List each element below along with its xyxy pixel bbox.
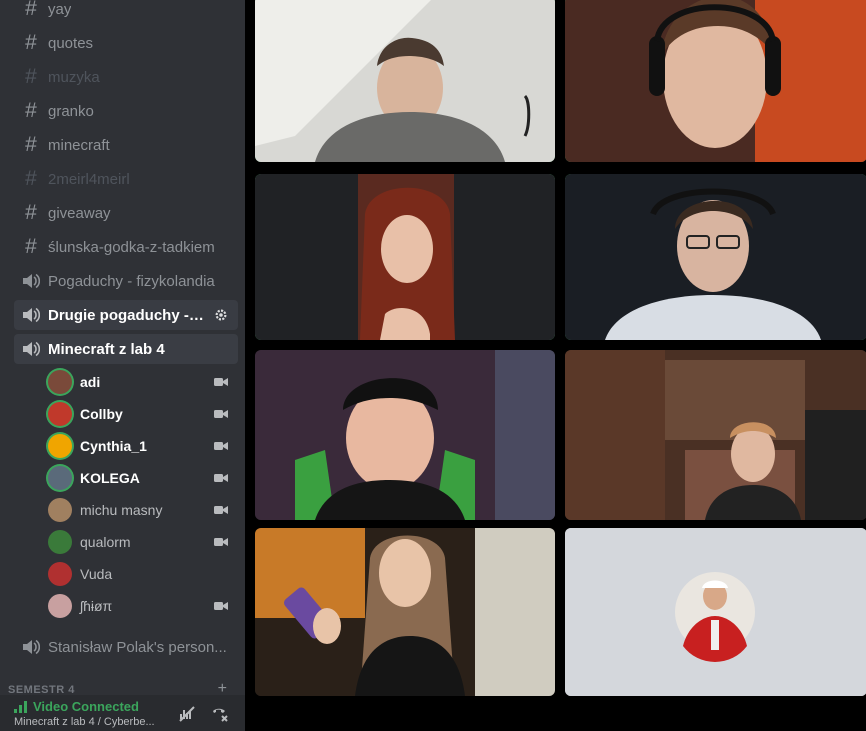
avatar bbox=[48, 370, 72, 394]
voice-status-text: Video Connected bbox=[33, 699, 139, 714]
video-tile-2[interactable] bbox=[565, 0, 866, 162]
voice-channel-pogaduchy[interactable]: Pogaduchy - fizykolandia bbox=[14, 266, 238, 296]
voice-member-kolega[interactable]: KOLEGA bbox=[48, 464, 238, 492]
hash-icon: # bbox=[25, 0, 37, 20]
signal-icon bbox=[14, 700, 27, 713]
channel-label: granko bbox=[48, 102, 94, 120]
avatar bbox=[48, 562, 72, 586]
avatar bbox=[48, 466, 72, 490]
channel-label: quotes bbox=[48, 34, 94, 52]
channel-label: muzyka bbox=[48, 68, 100, 86]
voice-member-vuda[interactable]: Vuda bbox=[48, 560, 238, 588]
channel-label: Stanisław Polak's person... bbox=[48, 638, 227, 656]
video-tile-5[interactable] bbox=[255, 350, 555, 520]
member-name: Vuda bbox=[80, 566, 113, 582]
camera-icon bbox=[214, 602, 228, 610]
channel-slunska-godka[interactable]: # ślunska-godka-z-tadkiem bbox=[14, 232, 238, 262]
member-name: michu masny bbox=[80, 502, 163, 518]
camera-icon bbox=[214, 538, 228, 546]
voice-member-collby[interactable]: Collby bbox=[48, 400, 238, 428]
voice-channel-drugie-pogaduchy[interactable]: Drugie pogaduchy - T... bbox=[14, 300, 238, 330]
member-name: Collby bbox=[80, 406, 123, 422]
channel-giveaway[interactable]: # giveaway bbox=[14, 198, 238, 228]
speaker-icon bbox=[20, 338, 42, 360]
thread-hash-icon: # bbox=[25, 235, 37, 258]
noise-suppression-icon[interactable] bbox=[178, 705, 196, 723]
hash-icon: # bbox=[25, 99, 37, 122]
disconnect-icon[interactable] bbox=[210, 705, 228, 723]
video-grid bbox=[245, 0, 866, 731]
camera-icon bbox=[214, 410, 228, 418]
video-tile-8[interactable] bbox=[565, 528, 866, 696]
avatar bbox=[48, 402, 72, 426]
channel-quotes[interactable]: # quotes bbox=[14, 28, 238, 58]
channel-muzyka[interactable]: # muzyka bbox=[14, 62, 238, 92]
voice-channel-path[interactable]: Minecraft z lab 4 / Cyberbe... bbox=[14, 716, 164, 728]
avatar bbox=[48, 530, 72, 554]
channel-2meirl4meirl[interactable]: # 2meirl4meirl bbox=[14, 164, 238, 194]
voice-channel-minecraft-lab4[interactable]: Minecraft z lab 4 bbox=[14, 334, 238, 364]
channel-label: Drugie pogaduchy - T... bbox=[48, 306, 208, 324]
hash-icon: # bbox=[25, 133, 37, 156]
member-name: ʃɦɨøπ bbox=[80, 598, 113, 614]
camera-icon bbox=[214, 506, 228, 514]
channel-sidebar: # yay # quotes # muzyka # granko # minec… bbox=[0, 0, 245, 731]
video-tile-6[interactable] bbox=[565, 350, 866, 520]
channel-label: minecraft bbox=[48, 136, 110, 154]
channel-label: Minecraft z lab 4 bbox=[48, 340, 165, 358]
hash-icon: # bbox=[25, 201, 37, 224]
camera-icon bbox=[214, 378, 228, 386]
member-name: adi bbox=[80, 374, 101, 390]
hash-icon: # bbox=[25, 65, 37, 88]
voice-channel-stanislaw[interactable]: Stanisław Polak's person... bbox=[14, 632, 238, 662]
channel-label: ślunska-godka-z-tadkiem bbox=[48, 238, 215, 256]
voice-status-panel: Video Connected Minecraft z lab 4 / Cybe… bbox=[0, 695, 245, 731]
member-name: qualorm bbox=[80, 534, 131, 550]
member-name: KOLEGA bbox=[80, 470, 140, 486]
video-tile-3[interactable] bbox=[255, 174, 555, 340]
video-tile-7[interactable] bbox=[255, 528, 555, 696]
channel-label: 2meirl4meirl bbox=[48, 170, 130, 188]
channel-yay[interactable]: # yay bbox=[14, 0, 238, 24]
video-tile-1[interactable] bbox=[255, 0, 555, 162]
voice-member-michu[interactable]: michu masny bbox=[48, 496, 238, 524]
voice-status: Video Connected bbox=[14, 699, 139, 714]
channel-label: giveaway bbox=[48, 204, 111, 222]
camera-icon bbox=[214, 474, 228, 482]
camera-icon bbox=[214, 442, 228, 450]
voice-member-shion[interactable]: ʃɦɨøπ bbox=[48, 592, 238, 620]
hash-icon: # bbox=[25, 167, 37, 190]
video-tile-4[interactable] bbox=[565, 174, 866, 340]
voice-member-adi[interactable]: adi bbox=[48, 368, 238, 396]
avatar bbox=[48, 594, 72, 618]
avatar bbox=[48, 498, 72, 522]
channel-minecraft[interactable]: # minecraft bbox=[14, 130, 238, 160]
channel-label: yay bbox=[48, 0, 72, 18]
channel-label: Pogaduchy - fizykolandia bbox=[48, 272, 215, 290]
channel-granko[interactable]: # granko bbox=[14, 96, 238, 126]
gear-icon[interactable] bbox=[214, 308, 228, 322]
speaker-icon bbox=[20, 304, 42, 326]
hash-icon: # bbox=[25, 31, 37, 54]
speaker-icon bbox=[20, 636, 42, 658]
member-name: Cynthia_1 bbox=[80, 438, 147, 454]
voice-member-qualorm[interactable]: qualorm bbox=[48, 528, 238, 556]
avatar bbox=[48, 434, 72, 458]
voice-member-cynthia[interactable]: Cynthia_1 bbox=[48, 432, 238, 460]
speaker-icon bbox=[20, 270, 42, 292]
